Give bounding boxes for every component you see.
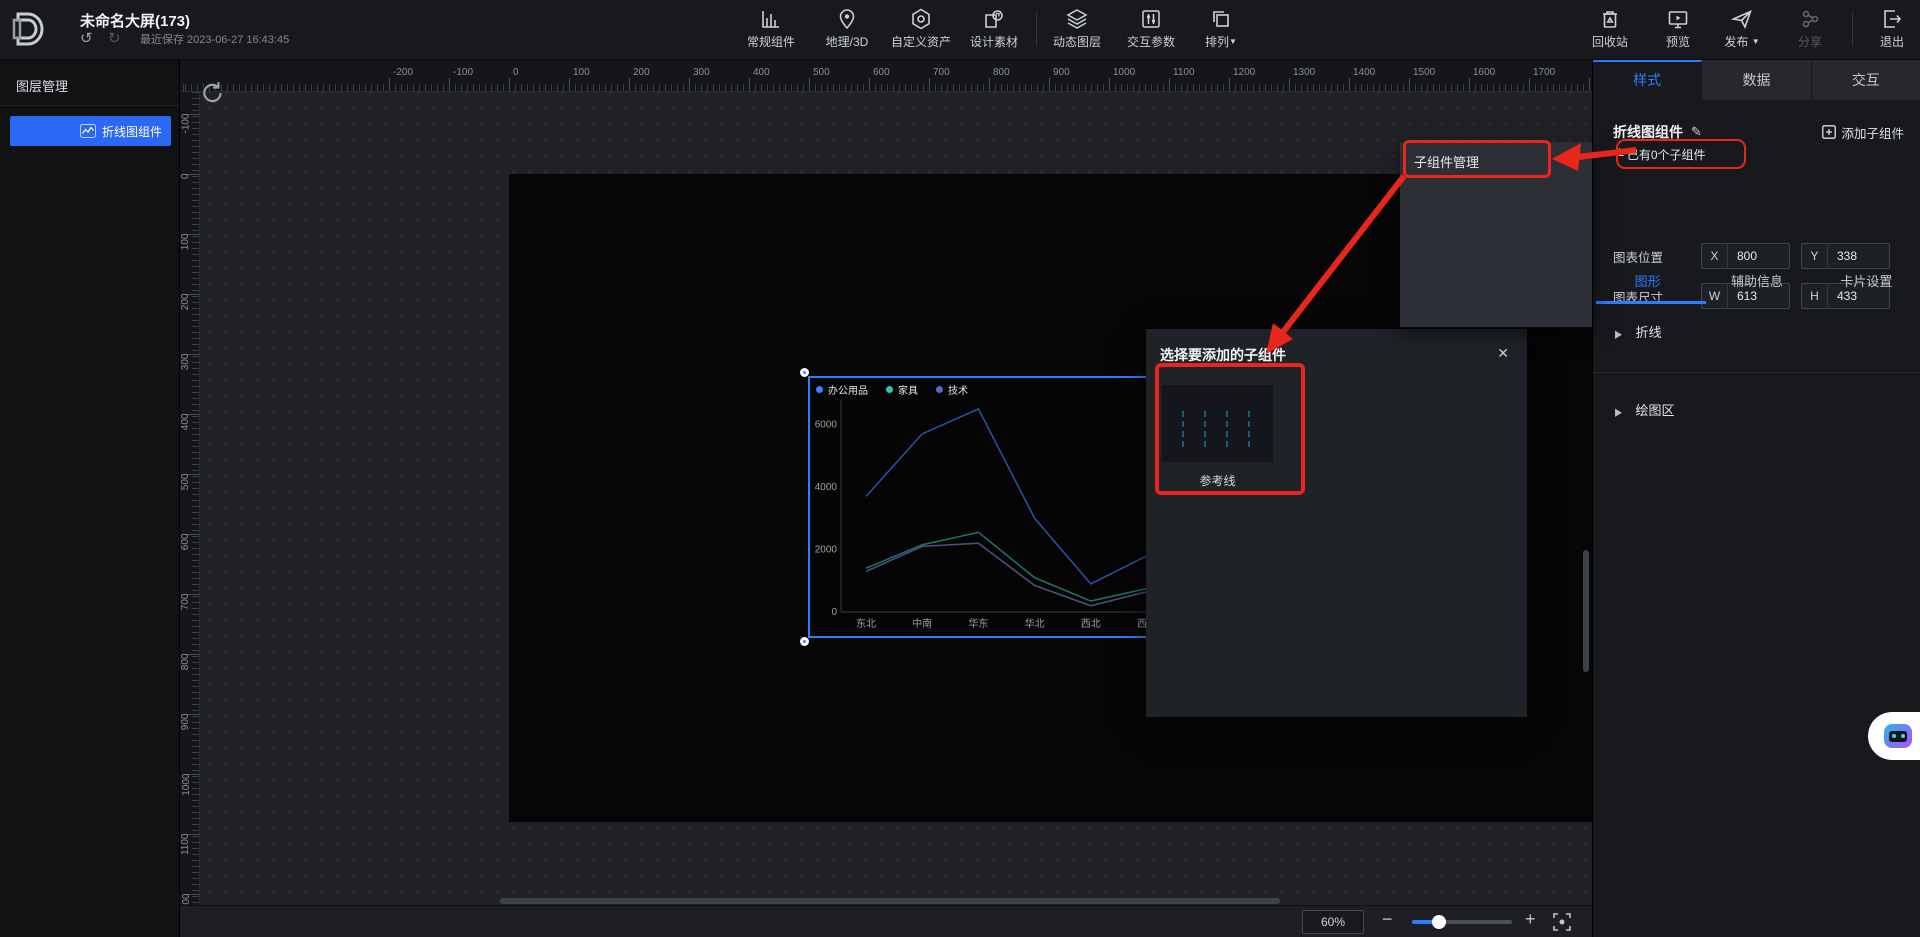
zoom-slider-thumb[interactable] bbox=[1432, 915, 1446, 929]
sidebar-item-line-chart[interactable]: 折线图组件 bbox=[10, 116, 171, 146]
horizontal-scrollbar[interactable] bbox=[500, 898, 1280, 904]
paper-plane-icon bbox=[1731, 8, 1753, 30]
zoom-slider[interactable] bbox=[1412, 920, 1512, 924]
toolbar-exit[interactable]: 退出 bbox=[1856, 8, 1920, 50]
toolbar-divider bbox=[1852, 12, 1853, 46]
publish-caret-icon: ▼ bbox=[1752, 37, 1760, 46]
redo-icon[interactable]: ↻ bbox=[108, 29, 121, 47]
ruler-reset-icon[interactable] bbox=[200, 80, 226, 106]
section-plot-area[interactable]: ▶ 绘图区 bbox=[1615, 400, 1675, 419]
line-chart-icon bbox=[80, 124, 96, 138]
header: 未命名大屏(173) ↺ ↻ 最近保存 2023-06-27 16:43:45 … bbox=[0, 0, 1920, 60]
context-menu: 子组件管理 bbox=[1400, 142, 1592, 327]
svg-text:4000: 4000 bbox=[815, 482, 838, 493]
app-logo-icon bbox=[10, 8, 50, 50]
collapse-arrow-icon: ▶ bbox=[1615, 328, 1622, 341]
layer-panel: 图层管理 折线图组件 bbox=[0, 60, 180, 937]
settings-panel: 样式 数据 交互 折线图组件 ✎ 添加子组件 └ 已有0个子组件 图表位置 X8… bbox=[1592, 60, 1920, 937]
toolbar-design-assets[interactable]: 设计素材 bbox=[958, 8, 1030, 50]
exit-icon bbox=[1881, 8, 1903, 30]
zoom-toolbar: 60% − + bbox=[180, 905, 1592, 937]
subcomponent-option-label: 参考线 bbox=[1162, 472, 1273, 489]
tab-data[interactable]: 数据 bbox=[1702, 60, 1811, 100]
toolbar-recycle-bin[interactable]: 回收站 bbox=[1574, 8, 1646, 50]
edit-name-icon[interactable]: ✎ bbox=[1691, 124, 1702, 140]
bar-chart-icon bbox=[760, 8, 782, 30]
assistant-robot-button[interactable] bbox=[1868, 712, 1920, 760]
line-chart-plot: 0200040006000东北中南华东华北西北西南 bbox=[810, 378, 1176, 636]
layer-panel-title: 图层管理 bbox=[0, 60, 179, 106]
subtab-active-underline bbox=[1596, 301, 1706, 304]
subcomponent-option-reference-line[interactable]: 参考线 bbox=[1162, 385, 1284, 489]
section-line[interactable]: ▶ 折线 bbox=[1615, 322, 1662, 341]
monitor-icon bbox=[1667, 8, 1689, 30]
toolbar-geo-3d[interactable]: 地理/3D bbox=[811, 8, 883, 50]
toolbar-preview[interactable]: 预览 bbox=[1642, 8, 1714, 50]
menu-item-subcomponent-management[interactable]: 子组件管理 bbox=[1400, 142, 1592, 181]
toolbar-arrange[interactable]: 排列▼ bbox=[1185, 8, 1257, 50]
toolbar-share[interactable]: 分享 bbox=[1774, 8, 1846, 50]
toolbar-divider bbox=[1036, 12, 1037, 46]
toolbar-interaction-params[interactable]: 交互参数 bbox=[1115, 8, 1187, 50]
svg-text:东北: 东北 bbox=[856, 617, 876, 630]
subcomponent-count: └ 已有0个子组件 bbox=[1615, 146, 1706, 163]
toolbar-dynamic-layers[interactable]: 动态图层 bbox=[1041, 8, 1113, 50]
tab-style[interactable]: 样式 bbox=[1593, 60, 1702, 100]
share-icon bbox=[1799, 8, 1821, 30]
svg-text:6000: 6000 bbox=[815, 420, 838, 431]
toolbar-custom-assets[interactable]: 自定义资产 bbox=[885, 8, 957, 50]
hexagon-gear-icon bbox=[910, 8, 932, 30]
svg-text:华东: 华东 bbox=[968, 617, 988, 630]
add-subcomponent-button[interactable]: 添加子组件 bbox=[1822, 123, 1904, 142]
last-saved-text: 最近保存 2023-06-27 16:43:45 bbox=[140, 31, 289, 47]
sidebar-item-label: 折线图组件 bbox=[102, 123, 162, 140]
zoom-in-button[interactable]: + bbox=[1525, 909, 1536, 930]
undo-icon[interactable]: ↺ bbox=[80, 29, 93, 47]
reference-line-thumbnail bbox=[1162, 385, 1273, 462]
ruler-vertical: -100010020030040050060070080090010001100… bbox=[180, 92, 200, 905]
add-subcomponent-dialog: 选择要添加的子组件 ✕ 参考线 bbox=[1146, 329, 1527, 717]
component-name: 折线图组件 bbox=[1613, 122, 1683, 142]
robot-icon bbox=[1884, 724, 1912, 748]
layers-icon bbox=[1066, 8, 1088, 30]
app-root: 未命名大屏(173) ↺ ↻ 最近保存 2023-06-27 16:43:45 … bbox=[0, 0, 1920, 937]
toolbar-regular-components[interactable]: 常规组件 bbox=[735, 8, 807, 50]
zoom-out-button[interactable]: − bbox=[1382, 909, 1393, 930]
tab-interaction[interactable]: 交互 bbox=[1812, 60, 1920, 100]
svg-text:0: 0 bbox=[831, 607, 837, 618]
sliders-icon bbox=[1140, 8, 1162, 30]
section-divider bbox=[1593, 372, 1920, 373]
panel-tabs: 样式 数据 交互 bbox=[1593, 60, 1920, 100]
arrange-icon bbox=[1210, 8, 1232, 30]
collapse-arrow-icon: ▶ bbox=[1615, 406, 1622, 419]
line-chart-component[interactable]: 办公用品家具技术 0200040006000东北中南华东华北西北西南 bbox=[808, 376, 1178, 638]
svg-text:西北: 西北 bbox=[1081, 618, 1101, 630]
design-material-icon bbox=[983, 8, 1005, 30]
subtab-card-settings[interactable]: 卡片设置 bbox=[1812, 262, 1920, 302]
zoom-level-input[interactable]: 60% bbox=[1302, 910, 1364, 934]
subtab-auxiliary[interactable]: 辅助信息 bbox=[1702, 262, 1811, 302]
ruler-horizontal: -200-10001002003004005006007008009001000… bbox=[180, 60, 1592, 92]
fit-screen-icon[interactable] bbox=[1552, 912, 1572, 932]
map-pin-icon bbox=[836, 8, 858, 30]
vertical-scrollbar[interactable] bbox=[1583, 550, 1589, 672]
arrange-caret-icon: ▼ bbox=[1229, 37, 1237, 46]
toolbar-publish[interactable]: 发布 ▼ bbox=[1706, 8, 1778, 50]
svg-text:华北: 华北 bbox=[1025, 617, 1045, 630]
page-title: 未命名大屏(173) bbox=[80, 10, 190, 31]
selection-handle-bottom-left[interactable] bbox=[800, 637, 809, 646]
trash-icon bbox=[1599, 8, 1621, 30]
svg-text:中南: 中南 bbox=[912, 617, 932, 630]
subtab-graphic[interactable]: 图形 bbox=[1593, 262, 1702, 302]
add-square-icon bbox=[1822, 125, 1836, 139]
svg-text:2000: 2000 bbox=[815, 545, 838, 556]
selection-handle-top-left[interactable] bbox=[800, 368, 809, 377]
close-icon[interactable]: ✕ bbox=[1497, 345, 1509, 362]
dialog-title: 选择要添加的子组件 bbox=[1160, 345, 1286, 365]
